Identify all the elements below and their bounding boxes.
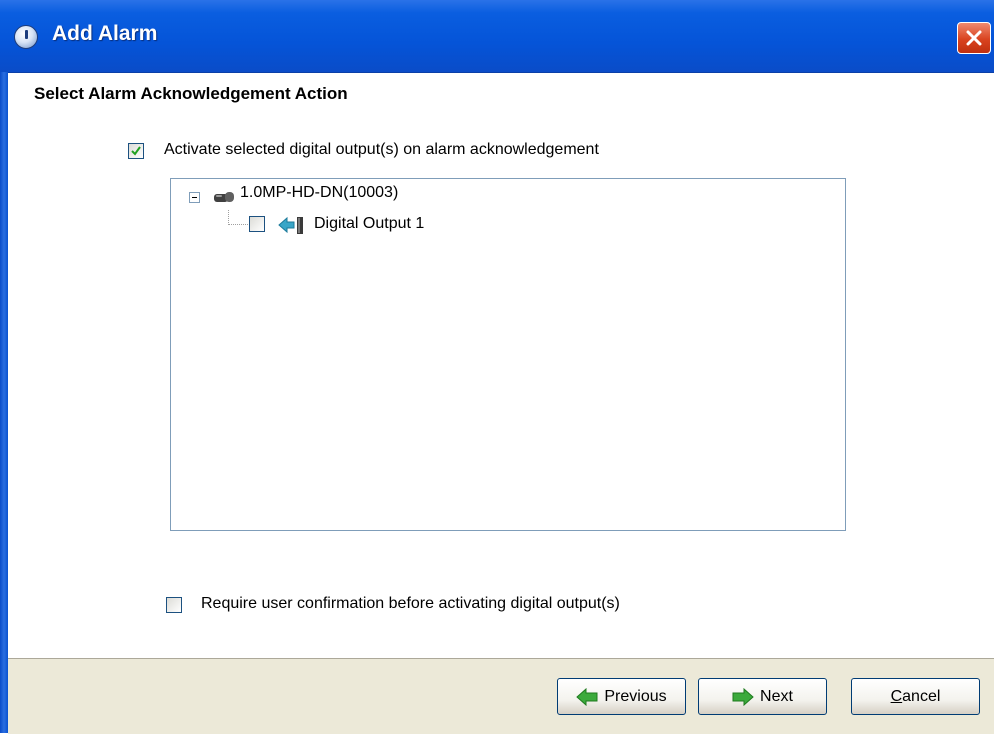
window-title: Add Alarm [52, 22, 158, 45]
activate-output-label[interactable]: Activate selected digital output(s) on a… [164, 141, 599, 159]
checkmark-icon [131, 146, 141, 156]
left-arrow-icon [576, 687, 598, 706]
cancel-button-label: Cancel [891, 688, 941, 706]
camera-icon [214, 192, 234, 202]
output-tree[interactable] [170, 178, 846, 531]
activate-output-checkbox[interactable] [128, 143, 144, 159]
previous-button[interactable]: Previous [557, 678, 686, 715]
window-left-border [0, 72, 8, 733]
previous-button-label: Previous [604, 687, 667, 705]
digital-output-icon [278, 216, 303, 234]
cancel-mnemonic: C [890, 687, 903, 705]
right-arrow-icon [732, 687, 754, 706]
tree-device-label[interactable]: 1.0MP-HD-DN(10003) [240, 184, 398, 202]
next-button-label: Next [760, 687, 793, 705]
close-icon [966, 30, 982, 46]
section-heading: Select Alarm Acknowledgement Action [34, 84, 348, 103]
tree-output-label[interactable]: Digital Output 1 [314, 215, 424, 233]
tree-connector [228, 210, 229, 225]
title-bar[interactable]: Add Alarm [0, 0, 994, 73]
collapse-icon[interactable] [189, 192, 200, 203]
next-button[interactable]: Next [698, 678, 827, 715]
require-confirmation-checkbox[interactable] [166, 597, 182, 613]
close-button[interactable] [957, 22, 991, 54]
tree-connector [228, 224, 248, 225]
require-confirmation-label[interactable]: Require user confirmation before activat… [201, 595, 620, 613]
cancel-button[interactable]: Cancel [851, 678, 980, 715]
app-icon [14, 25, 38, 49]
add-alarm-dialog: Add Alarm Select Alarm Acknowledgement A… [0, 0, 994, 734]
cancel-label-rest: ancel [902, 687, 941, 705]
dialog-footer [8, 658, 994, 734]
digital-output-checkbox[interactable] [249, 216, 265, 232]
